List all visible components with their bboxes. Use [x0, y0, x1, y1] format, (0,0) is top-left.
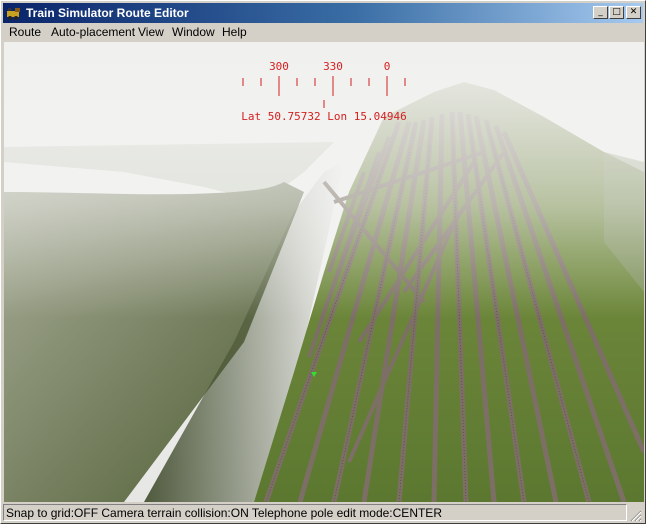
menu-bar: Route Auto-placement View Window Help	[3, 23, 643, 42]
menu-auto-placement[interactable]: Auto-placement	[51, 25, 135, 40]
train-app-icon	[7, 8, 20, 20]
status-panel: Snap to grid:OFF Camera terrain collisio…	[3, 504, 627, 521]
status-text: Snap to grid:OFF Camera terrain collisio…	[6, 506, 442, 520]
terrain-scene[interactable]: 300 330 0 Lat 50.75732 Lon 15.04946	[4, 42, 644, 502]
app-window: Train Simulator Route Editor _ □ ✕ Route…	[0, 0, 646, 524]
menu-help[interactable]: Help	[222, 25, 247, 40]
status-bar: Snap to grid:OFF Camera terrain collisio…	[3, 504, 643, 523]
title-bar[interactable]: Train Simulator Route Editor _ □ ✕	[3, 3, 643, 23]
menu-route[interactable]: Route	[9, 25, 41, 40]
route-3d-viewport[interactable]: 300 330 0 Lat 50.75732 Lon 15.04946	[4, 42, 644, 502]
compass-label-0: 0	[384, 60, 391, 73]
close-button[interactable]: ✕	[626, 6, 641, 19]
menu-window[interactable]: Window	[172, 25, 215, 40]
window-title: Train Simulator Route Editor	[26, 6, 189, 20]
minimize-button[interactable]: _	[593, 6, 608, 19]
lat-lon-readout: Lat 50.75732 Lon 15.04946	[241, 110, 407, 123]
compass-label-330: 330	[323, 60, 343, 73]
menu-view[interactable]: View	[138, 25, 164, 40]
maximize-button[interactable]: □	[609, 6, 624, 19]
compass-label-300: 300	[269, 60, 289, 73]
resize-grip-icon[interactable]	[629, 509, 642, 522]
